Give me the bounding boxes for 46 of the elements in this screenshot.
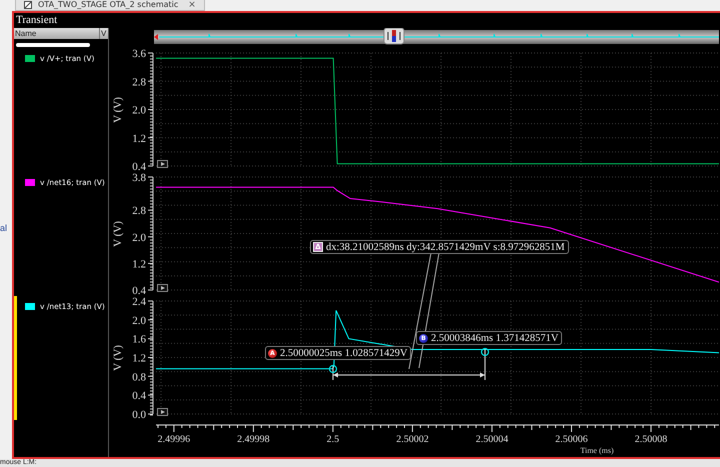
y-tick-label: 2.0 (132, 232, 146, 244)
scrollbar[interactable] (16, 43, 90, 47)
y-tick-label: 0.4 (132, 390, 146, 402)
x-tick-label: 2.50004 (476, 434, 508, 445)
y-tick-label: 2.8 (132, 76, 146, 88)
background-text: al (0, 223, 8, 233)
column-header[interactable]: V (100, 28, 108, 39)
close-icon[interactable]: × (188, 0, 196, 10)
y-tick-label: 1.6 (132, 334, 146, 346)
cursor-point[interactable] (480, 348, 490, 356)
marker-reading: 2.50003846ms 1.371428571V (431, 332, 558, 344)
schematic-icon (24, 1, 32, 9)
y-tick-label: 1.2 (132, 258, 146, 270)
y-tick-label: 0.0 (132, 409, 146, 421)
y-tick-label: 2.4 (132, 296, 146, 308)
x-tick-label: 2.50006 (555, 434, 588, 445)
y-tick-label: 1.2 (132, 352, 146, 364)
scroll-handle[interactable] (384, 28, 404, 44)
x-tick-label: 2.49998 (237, 434, 270, 445)
y-tick-label: 3.8 (132, 172, 146, 184)
y-tick-label: 2.0 (132, 314, 146, 327)
x-tick-label: 2.50002 (396, 434, 429, 445)
x-axis-label: Time (ms) (580, 446, 614, 455)
marker-reading: dx:38.21002589ns dy:342.8571429mV s:8.972962851M (326, 242, 565, 252)
x-tick-label: 2.49996 (158, 434, 190, 445)
y-tick-label: 1.2 (132, 132, 146, 145)
y-tick-label: 0.8 (132, 371, 146, 384)
y-axis-label: V (V) (112, 345, 124, 371)
marker-reading: 2.50000025ms 1.028571429V (280, 348, 408, 358)
y-axis-label: V (V) (112, 97, 124, 123)
y-tick-label: 0.4 (132, 161, 146, 172)
play-icon[interactable] (157, 408, 168, 416)
tab-title: OTA_TWO_STAGE OTA_2 schematic (38, 0, 178, 10)
y-tick-label: 2.0 (132, 104, 146, 116)
play-icon[interactable] (157, 160, 168, 168)
overview-scrollbar[interactable] (154, 30, 719, 44)
x-tick-label: 2.50008 (634, 434, 668, 445)
play-icon[interactable] (157, 284, 168, 292)
y-tick-label: 2.8 (132, 205, 146, 218)
cursor-point[interactable] (328, 364, 338, 374)
y-tick-label: 3.6 (132, 48, 146, 60)
y-axis-label: V (V) (112, 221, 124, 247)
schematic-tab[interactable]: OTA_TWO_STAGE OTA_2 schematic × (15, 0, 205, 11)
y-tick-label: 0.4 (132, 285, 146, 296)
x-tick-label: 2.5 (326, 434, 340, 445)
name-column-header[interactable]: Name (14, 28, 100, 39)
